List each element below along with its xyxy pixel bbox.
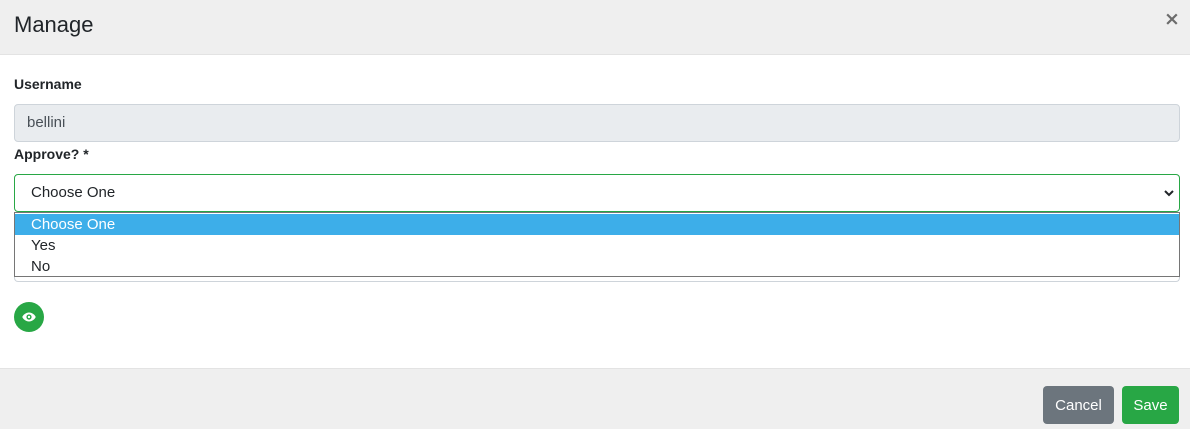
username-label: Username xyxy=(14,76,82,92)
option-yes[interactable]: Yes xyxy=(15,235,1179,256)
approve-select-value: Choose One xyxy=(31,184,116,201)
modal-header: Manage × xyxy=(0,0,1190,55)
view-button[interactable] xyxy=(14,302,44,332)
cancel-button[interactable]: Cancel xyxy=(1043,386,1114,424)
eye-icon xyxy=(22,312,36,322)
option-choose-one[interactable]: Choose One xyxy=(15,214,1179,235)
manage-modal: Manage × Username bellini Approve? * Cho… xyxy=(0,0,1190,429)
modal-title: Manage xyxy=(14,12,94,37)
option-no[interactable]: No xyxy=(15,256,1179,277)
approve-options-dropdown: Choose One Yes No xyxy=(14,212,1180,277)
modal-footer: Cancel Save xyxy=(0,368,1190,429)
save-button[interactable]: Save xyxy=(1122,386,1179,424)
approve-label: Approve? * xyxy=(14,146,89,162)
close-button[interactable]: × xyxy=(1162,8,1182,30)
username-field[interactable]: bellini xyxy=(14,104,1180,142)
chevron-down-icon xyxy=(1164,190,1174,197)
approve-select[interactable]: Choose One xyxy=(14,174,1180,212)
